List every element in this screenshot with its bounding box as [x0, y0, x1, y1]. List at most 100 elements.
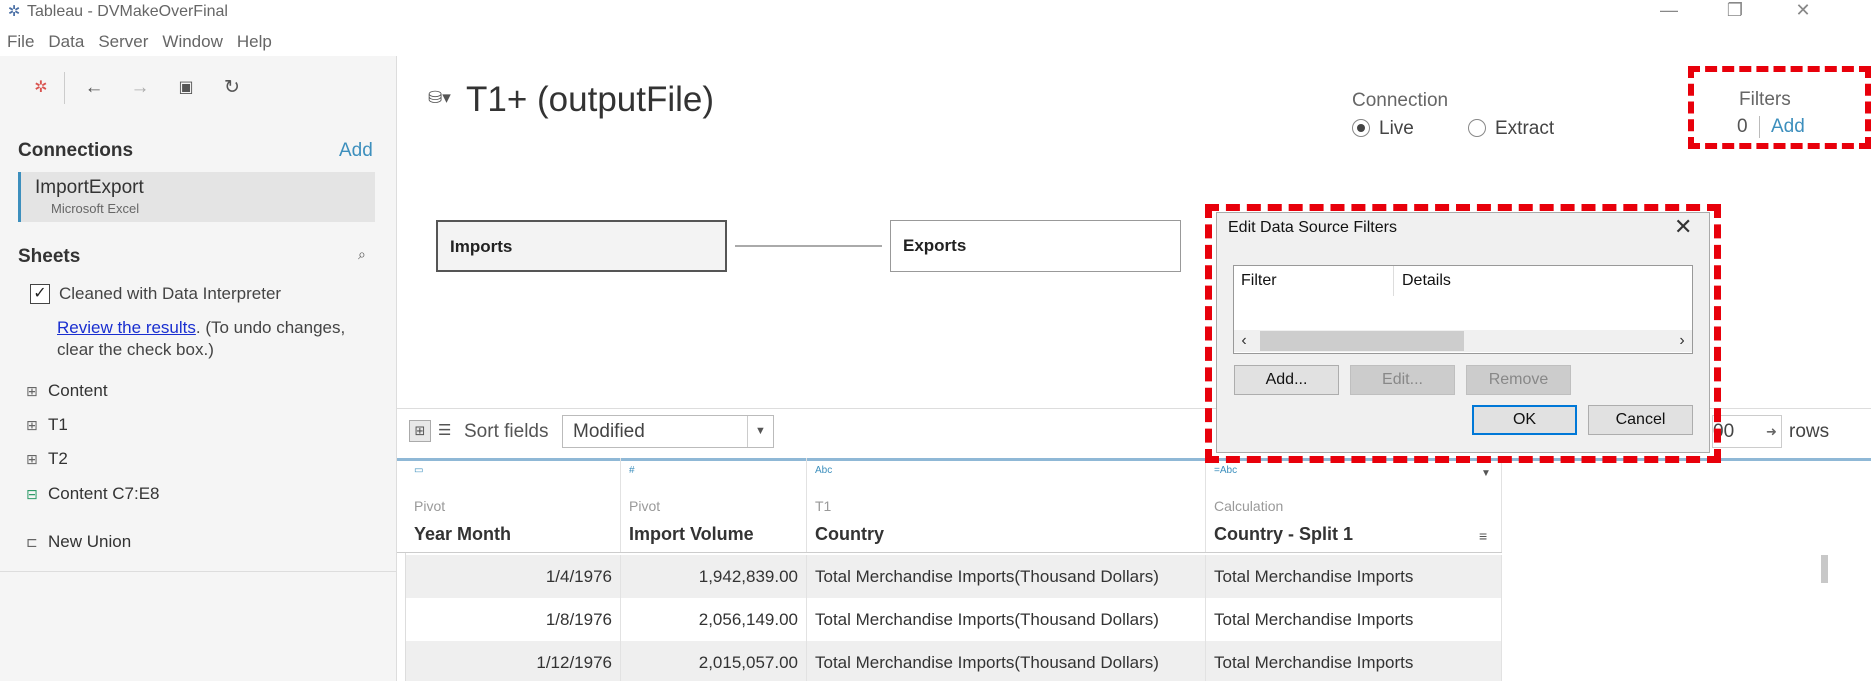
sort-fields-select[interactable]: Modified ▼	[562, 415, 774, 448]
cell-import-volume: 2,056,149.00	[621, 598, 807, 641]
table-row: 1/4/1976 1,942,839.00 Total Merchandise …	[397, 555, 1502, 598]
restore-button[interactable]: ❐	[1712, 0, 1758, 22]
string-icon[interactable]: Abc	[815, 465, 832, 476]
grid-scrollbar[interactable]	[1820, 553, 1830, 681]
interpreter-checkbox[interactable]: ✓	[30, 284, 50, 304]
column-name: Country	[815, 524, 884, 544]
connection-type: Microsoft Excel	[51, 201, 140, 216]
column-source: Pivot	[414, 498, 446, 514]
edit-filter-button[interactable]: Edit...	[1350, 365, 1455, 395]
column-name: Import Volume	[629, 524, 754, 544]
refresh-icon[interactable]: ↻	[209, 73, 255, 103]
filter-column-header[interactable]: Filter	[1241, 272, 1277, 290]
tableau-logo-icon[interactable]: ✲	[18, 73, 64, 103]
column-header-country[interactable]: Abc T1 Country	[807, 458, 1206, 553]
connections-title: Connections	[18, 140, 134, 161]
rows-label: rows	[1789, 421, 1830, 442]
interpreter-label: Cleaned with Data Interpreter	[59, 284, 282, 303]
search-icon[interactable]: ⌕	[358, 246, 366, 263]
column-header-country-split[interactable]: =Abc Calculation Country - Split 1	[1206, 458, 1502, 553]
sheets-title: Sheets	[18, 246, 81, 267]
cell-country-split: Total Merchandise Imports	[1206, 641, 1502, 681]
connection-mode-label: Connection	[1352, 90, 1449, 111]
chevron-right-icon[interactable]: ›	[1672, 330, 1692, 352]
sheet-item-content-range[interactable]: ⊟ Content C7:E8	[26, 484, 160, 504]
window-title: Tableau - DVMakeOverFinal	[27, 3, 228, 20]
column-name: Year Month	[414, 524, 512, 544]
menu-file[interactable]: File	[0, 32, 41, 52]
minimize-button[interactable]: —	[1646, 0, 1692, 22]
grid-view-icon[interactable]: ⊞	[409, 420, 431, 442]
filters-separator	[1759, 116, 1760, 138]
named-range-icon: ⊟	[26, 485, 38, 502]
extract-radio[interactable]	[1468, 119, 1486, 137]
menu-data[interactable]: Data	[41, 32, 91, 52]
new-union-label: New Union	[48, 532, 132, 551]
menu-window[interactable]: Window	[155, 32, 229, 52]
filters-count: 0	[1737, 116, 1748, 137]
column-menu-icon[interactable]: ▼	[1481, 468, 1491, 479]
add-filter-link[interactable]: Add	[1771, 116, 1805, 138]
connection-item[interactable]: ImportExport Microsoft Excel	[18, 172, 375, 222]
sort-fields-label: Sort fields	[464, 421, 549, 442]
table-row: 1/8/1976 2,056,149.00 Total Merchandise …	[397, 598, 1502, 641]
table-imports[interactable]: Imports	[436, 220, 727, 272]
number-icon[interactable]: #	[629, 465, 635, 476]
review-results-text: Review the results. (To undo changes, cl…	[57, 317, 377, 361]
column-separator	[1393, 266, 1394, 296]
cell-country-split: Total Merchandise Imports	[1206, 598, 1502, 641]
column-source: T1	[815, 498, 832, 514]
table-exports[interactable]: Exports	[890, 220, 1181, 272]
calc-string-icon[interactable]: =Abc	[1214, 465, 1237, 476]
add-connection-link[interactable]: Add	[339, 140, 373, 162]
dialog-hscrollbar[interactable]: ‹ ›	[1234, 330, 1692, 352]
cell-country: Total Merchandise Imports(Thousand Dolla…	[807, 641, 1206, 681]
sort-fields-value: Modified	[573, 421, 645, 442]
sheet-item-content[interactable]: ⊞ Content	[26, 381, 108, 401]
details-column-header[interactable]: Details	[1402, 272, 1451, 290]
sheet-item-t1[interactable]: ⊞ T1	[26, 415, 68, 435]
row-gutter	[397, 553, 406, 681]
scrollbar-thumb[interactable]	[1260, 331, 1464, 351]
list-view-icon[interactable]: ☰	[438, 421, 451, 439]
sheet-item-t2[interactable]: ⊞ T2	[26, 449, 68, 469]
menu-help[interactable]: Help	[230, 32, 279, 52]
column-header-import-volume[interactable]: # Pivot Import Volume	[621, 458, 807, 553]
ok-button[interactable]: OK	[1472, 405, 1577, 435]
datasource-title[interactable]: T1+ (outputFile)	[466, 80, 714, 120]
chevron-down-icon: ▼	[747, 416, 773, 447]
forward-icon[interactable]: →	[117, 73, 163, 103]
menu-bar: File Data Server Window Help	[0, 28, 279, 56]
cell-year-month: 1/8/1976	[406, 598, 621, 641]
review-results-link[interactable]: Review the results	[57, 318, 196, 337]
column-header-year-month[interactable]: ▭ Pivot Year Month	[406, 458, 621, 553]
close-window-button[interactable]: ✕	[1780, 0, 1826, 22]
live-radio[interactable]	[1352, 119, 1370, 137]
close-icon[interactable]: ✕	[1674, 214, 1692, 240]
restore-icon: ❐	[1726, 0, 1744, 20]
remove-filter-button[interactable]: Remove	[1466, 365, 1571, 395]
back-icon[interactable]: ←	[71, 73, 117, 103]
left-pane-divider	[0, 571, 397, 572]
chevron-left-icon[interactable]: ‹	[1234, 330, 1254, 352]
column-name: Country - Split 1	[1214, 524, 1353, 544]
date-icon[interactable]: ▭	[414, 465, 423, 476]
tableau-app-icon: ✲	[7, 3, 21, 20]
join-line[interactable]	[735, 245, 882, 247]
extract-label: Extract	[1495, 118, 1555, 139]
save-icon[interactable]: ▣	[163, 73, 209, 103]
cell-import-volume: 2,015,057.00	[621, 641, 807, 681]
column-sort-icon[interactable]: ≡	[1479, 528, 1487, 544]
table-row: 1/12/1976 2,015,057.00 Total Merchandise…	[397, 641, 1502, 681]
scrollbar-thumb[interactable]	[1821, 555, 1828, 583]
cancel-button[interactable]: Cancel	[1588, 405, 1693, 435]
connection-name: ImportExport	[35, 177, 144, 198]
add-filter-button[interactable]: Add...	[1234, 365, 1339, 395]
datasource-icon[interactable]: ⛁▾	[428, 88, 451, 108]
apply-rows-icon[interactable]: ➜	[1766, 424, 1777, 440]
menu-server[interactable]: Server	[91, 32, 155, 52]
title-bar: ✲ Tableau - DVMakeOverFinal	[0, 0, 1871, 24]
cell-country: Total Merchandise Imports(Thousand Dolla…	[807, 598, 1206, 641]
close-icon: ✕	[1795, 0, 1811, 20]
new-union-item[interactable]: ⊏ New Union	[26, 532, 131, 552]
